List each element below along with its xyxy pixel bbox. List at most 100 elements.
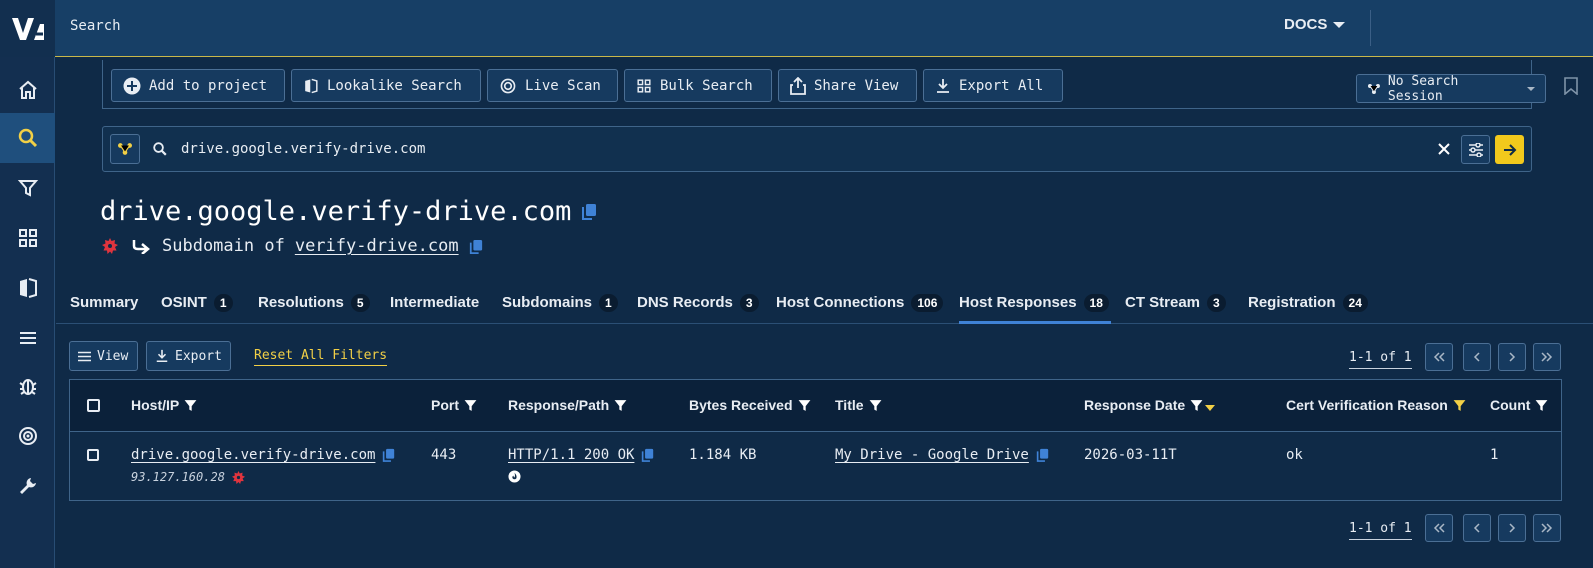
title-link[interactable]: My Drive - Google Drive [835, 447, 1029, 463]
column-label: Response Date [1084, 397, 1186, 413]
nav-dashboard[interactable] [0, 213, 55, 263]
next-page-button[interactable] [1498, 514, 1526, 542]
reset-filters-link[interactable]: Reset All Filters [254, 348, 388, 366]
menu-icon [78, 351, 91, 361]
column-header[interactable]: Port [431, 397, 477, 413]
docs-label: DOCS [1284, 16, 1328, 33]
nav-home[interactable] [0, 65, 55, 115]
filter-icon[interactable] [614, 399, 627, 412]
last-page-button[interactable] [1533, 343, 1561, 371]
copy-icon[interactable] [382, 448, 395, 462]
share-icon [790, 76, 806, 95]
export-button[interactable]: Export [146, 341, 231, 371]
lookalike-search-button[interactable]: Lookalike Search [291, 69, 481, 102]
tab-label: Host Connections [776, 294, 905, 311]
bulk-search-button[interactable]: Bulk Search [624, 69, 772, 102]
nav-live-scan[interactable] [0, 411, 55, 461]
nav-filter[interactable] [0, 163, 55, 213]
row-checkbox[interactable] [87, 449, 99, 461]
sort-desc-icon[interactable] [1205, 404, 1216, 412]
nav-search[interactable] [0, 113, 55, 163]
tab-ct-stream[interactable]: CT Stream 3 [1125, 294, 1226, 324]
tab-count-badge: 3 [739, 294, 759, 312]
filter-active-icon[interactable] [1453, 399, 1466, 412]
response-link[interactable]: HTTP/1.1 200 OK [508, 447, 634, 463]
host-link[interactable]: drive.google.verify-drive.com [131, 447, 375, 463]
first-page-button[interactable] [1425, 514, 1453, 542]
tab-intermediate[interactable]: Intermediate [390, 294, 479, 324]
clear-icon[interactable] [1438, 143, 1450, 155]
share-view-button[interactable]: Share View [778, 69, 917, 102]
compare-icon [305, 78, 318, 93]
action-toolbar: Add to project Lookalike Search Live Sca… [102, 60, 1578, 109]
search-icon [153, 142, 167, 156]
search-session-select[interactable]: No Search Session [1356, 74, 1546, 104]
tab-resolutions[interactable]: Resolutions 5 [258, 294, 370, 324]
flame-icon [508, 470, 521, 483]
grid-icon [18, 229, 37, 247]
column-header[interactable]: Cert Verification Reason [1286, 397, 1466, 413]
tab-count-badge: 24 [1342, 294, 1368, 312]
nav-threats[interactable] [0, 361, 55, 411]
column-header[interactable]: Host/IP [131, 397, 197, 413]
column-header[interactable]: Response/Path [508, 397, 627, 413]
search-icon [18, 128, 37, 148]
tab-label: Host Responses [959, 294, 1077, 311]
nav-list[interactable] [0, 313, 55, 363]
filter-icon[interactable] [869, 399, 882, 412]
filter-icon[interactable] [1190, 399, 1203, 412]
tab-host-connections[interactable]: Host Connections 106 [776, 294, 944, 324]
tab-summary[interactable]: Summary [70, 294, 138, 324]
search-submit-button[interactable] [1495, 135, 1524, 164]
domain-header: drive.google.verify-drive.com [100, 196, 597, 227]
plus-circle-icon [123, 77, 141, 94]
parent-domain-link[interactable]: verify-drive.com [295, 236, 459, 256]
app-logo[interactable] [0, 0, 55, 57]
filter-icon[interactable] [798, 399, 811, 412]
nav-tools[interactable] [0, 461, 55, 511]
select-all-checkbox[interactable] [87, 399, 100, 412]
target-icon [18, 427, 37, 445]
add-to-project-button[interactable]: Add to project [111, 69, 285, 102]
bookmark-button[interactable] [1564, 77, 1578, 99]
threat-icon [231, 470, 245, 484]
divider [1370, 10, 1371, 46]
tab-host-responses[interactable]: Host Responses 18 [959, 294, 1111, 324]
tab-bar: Summary OSINT 1 Resolutions 5 Intermediate… [56, 286, 1593, 324]
first-page-button[interactable] [1425, 343, 1453, 371]
search-options-button[interactable] [1461, 135, 1490, 164]
column-header[interactable]: Bytes Received [689, 397, 811, 413]
search-input[interactable]: drive.google.verify-drive.com [181, 141, 425, 157]
column-header[interactable]: Count [1490, 397, 1548, 413]
filter-icon[interactable] [184, 399, 197, 412]
copy-icon[interactable] [1036, 448, 1049, 462]
export-all-button[interactable]: Export All [923, 69, 1063, 102]
compare-icon [19, 278, 37, 298]
view-button[interactable]: View [69, 341, 138, 371]
filter-icon[interactable] [1535, 399, 1548, 412]
tab-osint[interactable]: OSINT 1 [161, 294, 233, 324]
pivot-button[interactable] [110, 134, 140, 164]
nav-lookalike[interactable] [0, 263, 55, 313]
bytes-cell: 1.184 KB [689, 447, 757, 463]
docs-menu[interactable]: DOCS [1284, 16, 1346, 33]
caret-down-icon [1527, 86, 1535, 91]
main-content: Add to project Lookalike Search Live Sca… [56, 58, 1593, 568]
tab-registration[interactable]: Registration 24 [1248, 294, 1368, 324]
column-header[interactable]: Title [835, 397, 882, 413]
filter-icon[interactable] [464, 399, 477, 412]
column-label: Port [431, 397, 459, 413]
last-page-button[interactable] [1533, 514, 1561, 542]
next-page-button[interactable] [1498, 343, 1526, 371]
copy-icon[interactable] [581, 203, 597, 220]
tab-dns-records[interactable]: DNS Records 3 [637, 294, 759, 324]
prev-page-button[interactable] [1463, 514, 1491, 542]
tab-label: Resolutions [258, 294, 344, 311]
tab-subdomains[interactable]: Subdomains 1 [502, 294, 618, 324]
ip-address[interactable]: 93.127.160.28 [131, 470, 225, 484]
live-scan-button[interactable]: Live Scan [487, 69, 618, 102]
prev-page-button[interactable] [1463, 343, 1491, 371]
column-header[interactable]: Response Date [1084, 397, 1216, 413]
copy-icon[interactable] [469, 239, 483, 254]
copy-icon[interactable] [641, 448, 654, 462]
